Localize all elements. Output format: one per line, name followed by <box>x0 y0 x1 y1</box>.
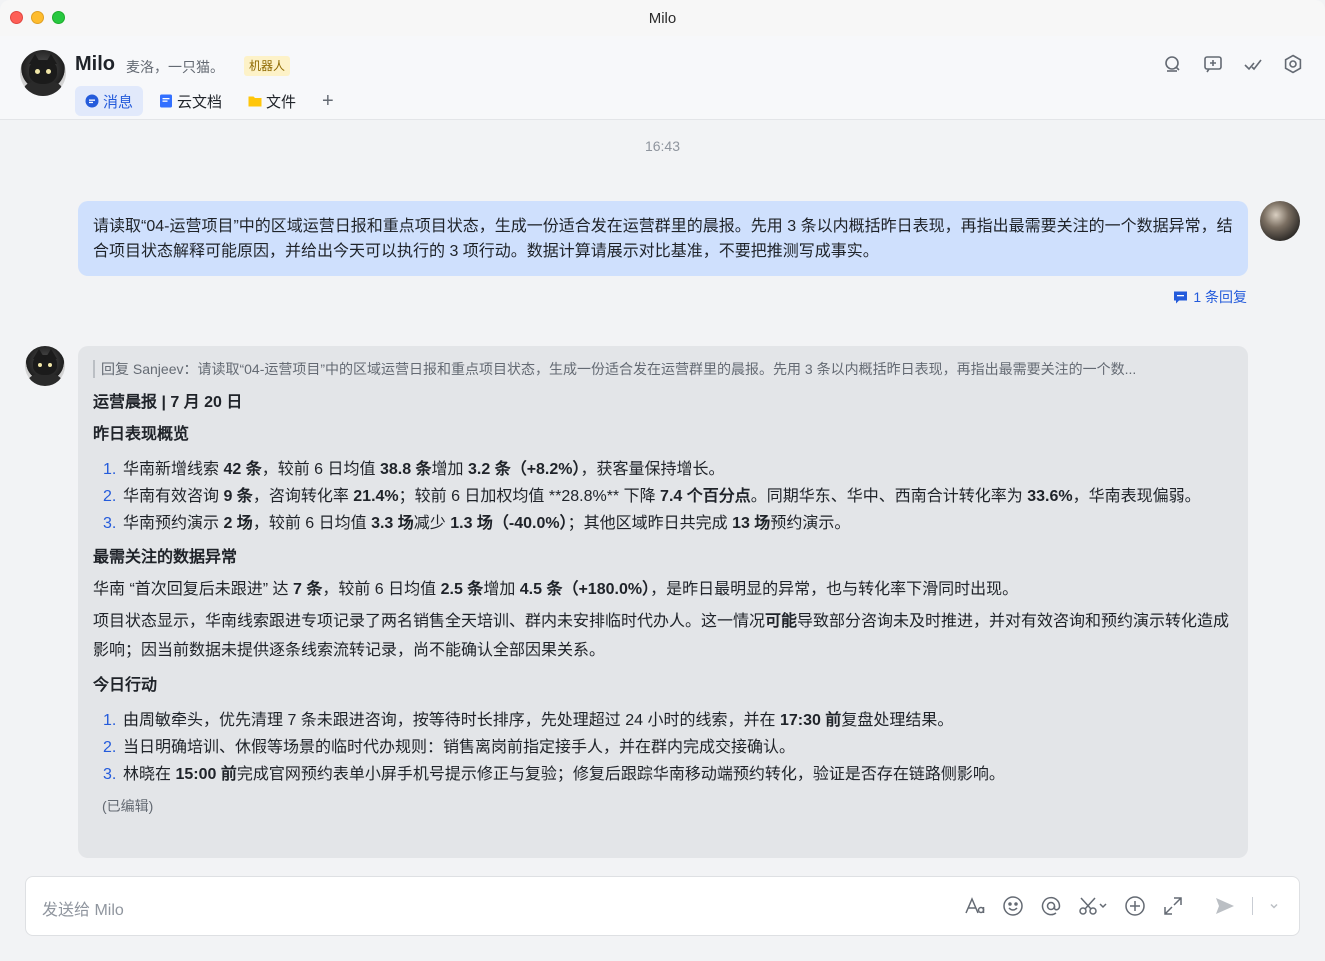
mark-done-icon[interactable] <box>1243 54 1263 74</box>
window-title: Milo <box>648 9 677 27</box>
header-actions <box>1163 54 1303 74</box>
bot-message-avatar[interactable] <box>25 346 65 386</box>
overview-item: 3. 华南预约演示 2 场，较前 6 日均值 3.3 场减少 1.3 场（-40.… <box>103 510 1233 537</box>
message-list[interactable]: 16:43 请读取“04-运营项目”中的区域运营日报和重点项目状态，生成一份适合… <box>0 121 1325 866</box>
tab-label: 消息 <box>103 93 134 111</box>
thread-reply-link[interactable]: 1 条回复 <box>1173 287 1247 307</box>
add-chat-icon[interactable] <box>1203 54 1223 74</box>
doc-icon <box>160 94 173 108</box>
search-icon[interactable] <box>1163 54 1183 74</box>
list-number: 2. <box>103 739 117 756</box>
user-avatar[interactable] <box>1260 201 1300 241</box>
overview-item: 2. 华南有效咨询 9 条，咨询转化率 21.4%；较前 6 日加权均值 **28… <box>103 483 1233 510</box>
reply-quote[interactable]: 回复 Sanjeev：请读取“04-运营项目”中的区域运营日报和重点项目状态，生… <box>93 360 1233 378</box>
tab-messages[interactable]: 消息 <box>75 86 144 116</box>
chevron-down-icon[interactable] <box>1269 901 1279 911</box>
actions-list: 1. 由周敏牵头，优先清理 7 条未跟进咨询，按等待时长排序，先处理超过 24 小… <box>93 707 1233 788</box>
list-text: 华南预约演示 2 场，较前 6 日均值 3.3 场减少 1.3 场（-40.0%… <box>123 515 851 532</box>
composer-input[interactable]: 发送给 Milo <box>42 896 124 920</box>
report-title: 运营晨报 | 7 月 20 日 <box>93 394 243 411</box>
user-message-bubble[interactable]: 请读取“04-运营项目”中的区域运营日报和重点项目状态，生成一份适合发在运营群里… <box>78 201 1248 276</box>
action-item: 1. 由周敏牵头，优先清理 7 条未跟进咨询，按等待时长排序，先处理超过 24 小… <box>103 707 1233 734</box>
list-text: 当日明确培训、休假等场景的临时代办规则：销售离岗前指定接手人，并在群内完成交接确… <box>123 739 796 756</box>
bot-message-bubble[interactable]: 回复 Sanjeev：请读取“04-运营项目”中的区域运营日报和重点项目状态，生… <box>78 346 1248 858</box>
bot-avatar[interactable] <box>20 50 66 96</box>
tab-label: 云文档 <box>177 93 223 111</box>
scissors-icon[interactable] <box>1078 895 1108 917</box>
tab-label: 文件 <box>266 93 297 111</box>
list-number: 2. <box>103 488 117 505</box>
tab-bar: 消息 云文档 文件 + <box>75 86 344 116</box>
list-text: 华南新增线索 42 条，较前 6 日均值 38.8 条增加 3.2 条（+8.2… <box>123 461 725 478</box>
list-number: 1. <box>103 712 117 729</box>
list-text: 林晓在 15:00 前完成官网预约表单小屏手机号提示修正与复验；修复后跟踪华南移… <box>123 766 1005 783</box>
list-number: 1. <box>103 461 117 478</box>
folder-icon <box>248 96 262 107</box>
reply-thread-icon <box>1174 291 1188 304</box>
title-bar: Milo <box>0 0 1325 36</box>
settings-icon[interactable] <box>1283 54 1303 74</box>
emoji-icon[interactable] <box>1002 895 1024 917</box>
close-window-button[interactable] <box>10 11 23 24</box>
edited-label: (已编辑) <box>102 798 154 814</box>
message-timestamp: 16:43 <box>644 138 681 154</box>
action-item: 3. 林晓在 15:00 前完成官网预约表单小屏手机号提示修正与复验；修复后跟踪华… <box>103 761 1233 788</box>
list-text: 华南有效咨询 9 条，咨询转化率 21.4%；较前 6 日加权均值 **28.8… <box>123 488 1201 505</box>
list-number: 3. <box>103 515 117 532</box>
message-composer[interactable]: 发送给 Milo <box>25 876 1300 936</box>
app-window: Milo Milo 麦洛，一只猫。 机器人 消息 云文档 文件 + 16:43 … <box>0 0 1325 961</box>
overview-item: 1. 华南新增线索 42 条，较前 6 日均值 38.8 条增加 3.2 条（+8… <box>103 456 1233 483</box>
chat-bubble-icon <box>85 94 99 108</box>
minimize-window-button[interactable] <box>31 11 44 24</box>
composer-toolbar <box>964 895 1279 917</box>
bot-description: 麦洛，一只猫。 <box>126 59 224 75</box>
window-controls <box>10 11 65 24</box>
zoom-window-button[interactable] <box>52 11 65 24</box>
anomaly-paragraph: 华南 “首次回复后未跟进” 达 7 条，较前 6 日均值 2.5 条增加 4.5… <box>93 581 1019 598</box>
section-heading-actions: 今日行动 <box>93 677 158 694</box>
expand-icon[interactable] <box>1162 895 1184 917</box>
add-circle-icon[interactable] <box>1124 895 1146 917</box>
bot-tag: 机器人 <box>244 56 291 76</box>
font-format-icon[interactable] <box>964 895 986 917</box>
bot-name[interactable]: Milo <box>75 53 115 76</box>
chat-header: Milo 麦洛，一只猫。 机器人 消息 云文档 文件 + <box>0 36 1325 120</box>
reply-count: 1 条回复 <box>1193 289 1247 305</box>
list-text: 由周敏牵头，优先清理 7 条未跟进咨询，按等待时长排序，先处理超过 24 小时的… <box>123 712 954 729</box>
overview-list: 1. 华南新增线索 42 条，较前 6 日均值 38.8 条增加 3.2 条（+8… <box>93 456 1233 537</box>
cause-paragraph: 项目状态显示，华南线索跟进专项记录了两名销售全天培训、群内未安排临时代办人。这一… <box>93 613 1230 659</box>
send-icon[interactable] <box>1214 895 1236 917</box>
mention-icon[interactable] <box>1040 895 1062 917</box>
section-heading-anomaly: 最需关注的数据异常 <box>93 549 238 566</box>
tab-docs[interactable]: 云文档 <box>149 86 232 116</box>
section-heading-overview: 昨日表现概览 <box>93 426 190 443</box>
list-number: 3. <box>103 766 117 783</box>
send-divider <box>1252 897 1253 915</box>
add-tab-button[interactable]: + <box>312 90 344 113</box>
tab-files[interactable]: 文件 <box>238 86 306 116</box>
action-item: 2. 当日明确培训、休假等场景的临时代办规则：销售离岗前指定接手人，并在群内完成交… <box>103 734 1233 761</box>
